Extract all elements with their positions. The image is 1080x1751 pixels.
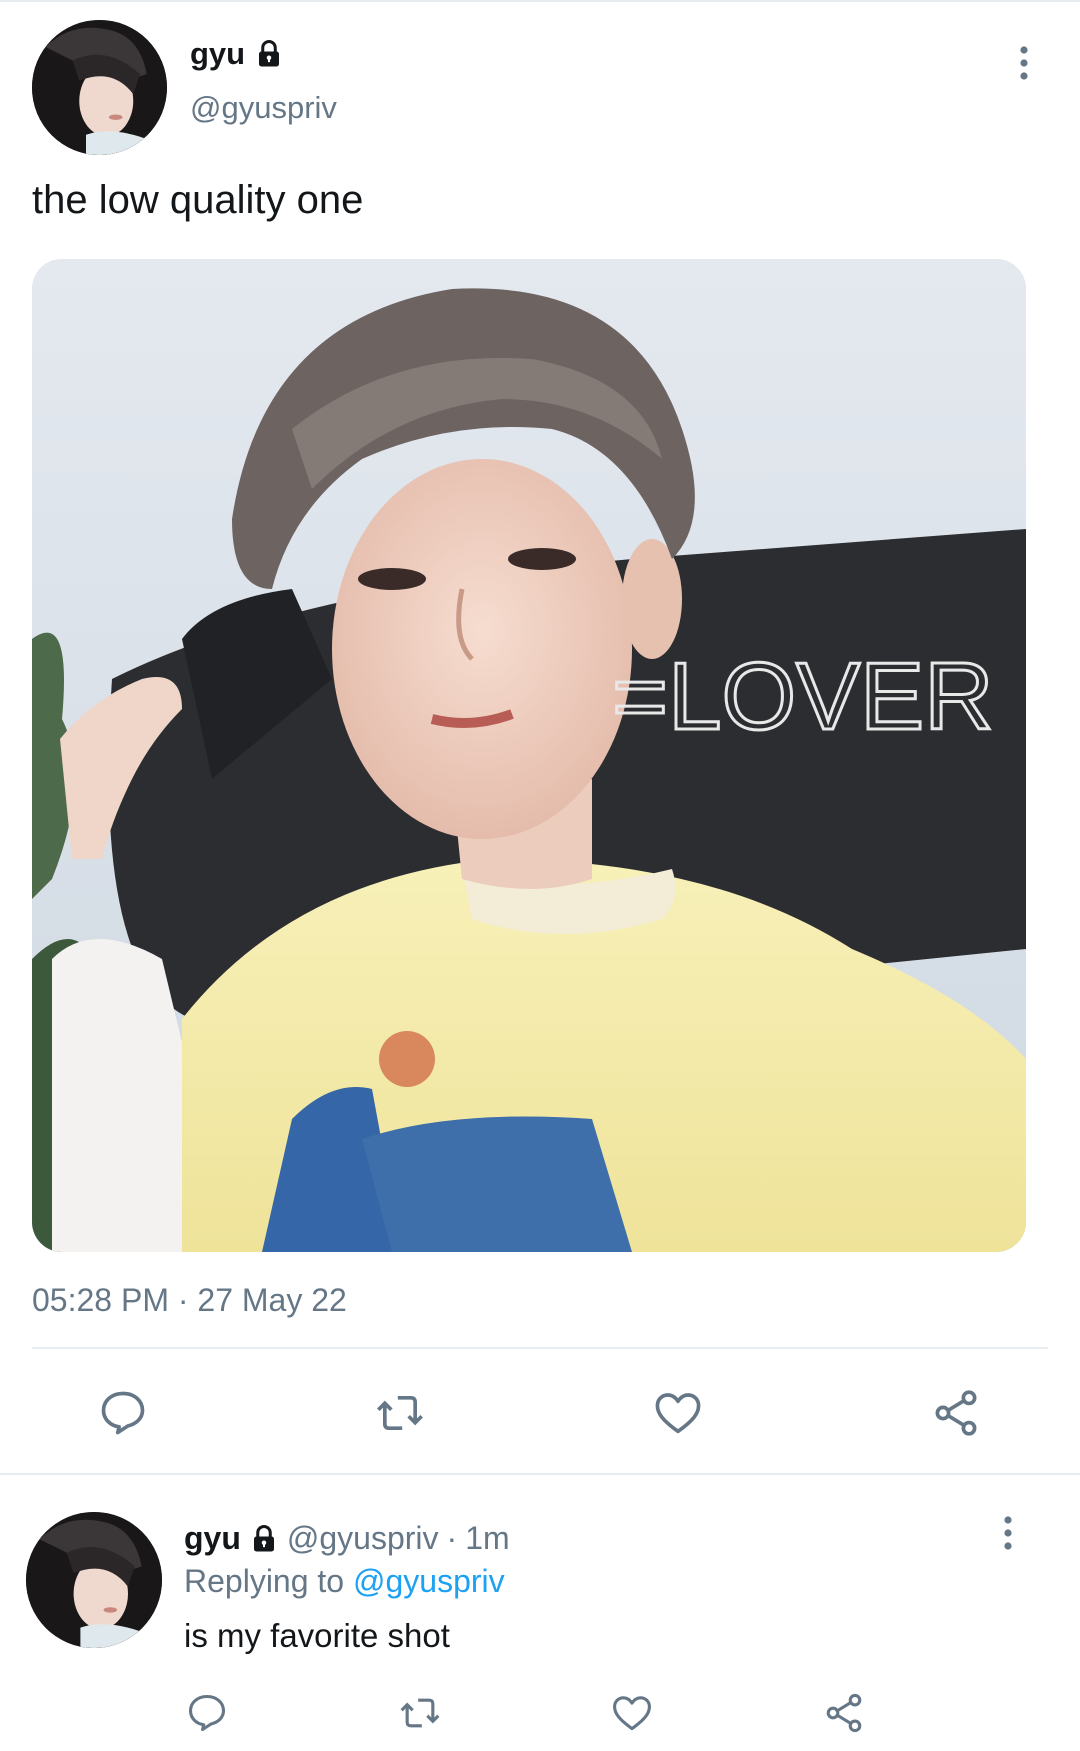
tweet-media-photo[interactable]: =LOVER	[32, 259, 1026, 1252]
retweet-icon[interactable]	[372, 1385, 428, 1441]
tweet-text: the low quality one	[32, 178, 364, 222]
tweet-action-bar	[0, 1380, 1080, 1450]
author-handle[interactable]: @gyuspriv	[190, 90, 337, 126]
reply-display-name[interactable]: gyu	[184, 1520, 241, 1557]
avatar[interactable]	[32, 20, 167, 155]
like-icon[interactable]	[650, 1385, 706, 1441]
author-name-row[interactable]: gyu	[190, 36, 284, 72]
reply-time: 1m	[465, 1520, 510, 1556]
reply-text: is my favorite shot	[184, 1617, 450, 1654]
lock-icon	[254, 39, 284, 69]
top-divider	[0, 0, 1080, 2]
display-name[interactable]: gyu	[190, 36, 245, 72]
reply-handle[interactable]: @gyuspriv	[287, 1520, 439, 1557]
share-icon[interactable]	[928, 1385, 984, 1441]
lock-icon	[249, 1524, 279, 1554]
replying-to-mention[interactable]: @gyuspriv	[353, 1563, 505, 1599]
reply-icon[interactable]	[95, 1385, 151, 1441]
replying-to-line: Replying to @gyuspriv	[184, 1563, 505, 1600]
divider	[0, 1473, 1080, 1475]
reply-action-bar	[0, 1685, 1080, 1745]
skateboard-text: =LOVER	[612, 643, 994, 750]
tweet-timestamp: 05:28 PM · 27 May 22	[32, 1282, 347, 1318]
tweet-detail-screen: gyu @gyuspriv the low quality one =LOVER…	[0, 0, 1080, 1751]
separator-dot: ·	[446, 1520, 458, 1556]
replying-to-label: Replying to	[184, 1563, 345, 1599]
reply-icon[interactable]	[183, 1689, 231, 1737]
like-icon[interactable]	[608, 1689, 656, 1737]
more-vertical-icon[interactable]	[1010, 44, 1038, 84]
reply-avatar[interactable]	[26, 1512, 162, 1648]
divider	[32, 1347, 1048, 1349]
more-vertical-icon[interactable]	[994, 1514, 1022, 1554]
share-icon[interactable]	[820, 1689, 868, 1737]
reply-header: gyu @gyuspriv · 1m	[184, 1520, 510, 1557]
retweet-icon[interactable]	[396, 1689, 444, 1737]
